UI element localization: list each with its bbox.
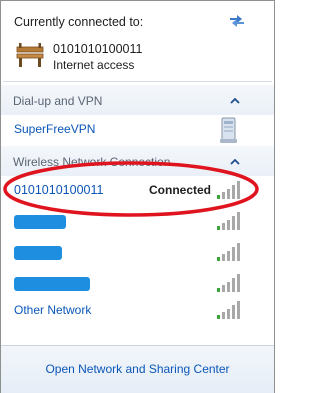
redaction-mark (14, 276, 90, 291)
header-title: Currently connected to: (14, 15, 144, 29)
vpn-item-label: SuperFreeVPN (14, 122, 96, 136)
signal-strength-icon (217, 301, 240, 319)
wireless-network-item[interactable] (1, 237, 274, 267)
wireless-network-label-obscured (14, 276, 90, 291)
redaction-mark (14, 214, 66, 229)
wireless-network-item[interactable] (1, 268, 274, 298)
refresh-icon[interactable] (227, 12, 247, 30)
signal-strength-icon (217, 274, 240, 292)
network-flyout-panel: Currently connected to: 0101010100011 In… (0, 0, 275, 393)
divider (3, 81, 272, 82)
wireless-network-label: 0101010100011 (14, 183, 104, 197)
vpn-item-superfreevpn[interactable]: SuperFreeVPN (1, 114, 274, 144)
network-bench-icon (16, 43, 44, 67)
connection-access-status: Internet access (53, 58, 135, 72)
dialup-section-title: Dial-up and VPN (13, 94, 103, 108)
wireless-network-label-obscured (14, 245, 62, 260)
open-network-sharing-center-link[interactable]: Open Network and Sharing Center (1, 362, 274, 376)
dialup-section-header[interactable]: Dial-up and VPN (1, 85, 274, 115)
signal-strength-icon (217, 212, 240, 230)
vpn-icon (220, 117, 237, 143)
wireless-network-status: Connected (149, 183, 212, 197)
chevron-up-icon[interactable] (230, 98, 240, 104)
signal-strength-icon (217, 243, 240, 261)
wireless-network-label-obscured (14, 214, 66, 229)
wireless-network-item[interactable] (1, 206, 274, 236)
connected-network-name: 0101010100011 (53, 42, 143, 56)
current-connection-header: Currently connected to: 0101010100011 In… (1, 1, 274, 81)
other-network-item[interactable]: Other Network (1, 295, 274, 325)
wireless-section-header[interactable]: Wireless Network Connection (1, 146, 274, 176)
signal-strength-icon (217, 181, 240, 199)
chevron-up-icon[interactable] (230, 159, 240, 165)
footer: Open Network and Sharing Center (1, 345, 274, 393)
wireless-section-title: Wireless Network Connection (13, 155, 171, 169)
other-network-label: Other Network (14, 303, 92, 317)
wireless-network-item[interactable]: 0101010100011 Connected (1, 175, 274, 205)
redaction-mark (14, 245, 62, 260)
